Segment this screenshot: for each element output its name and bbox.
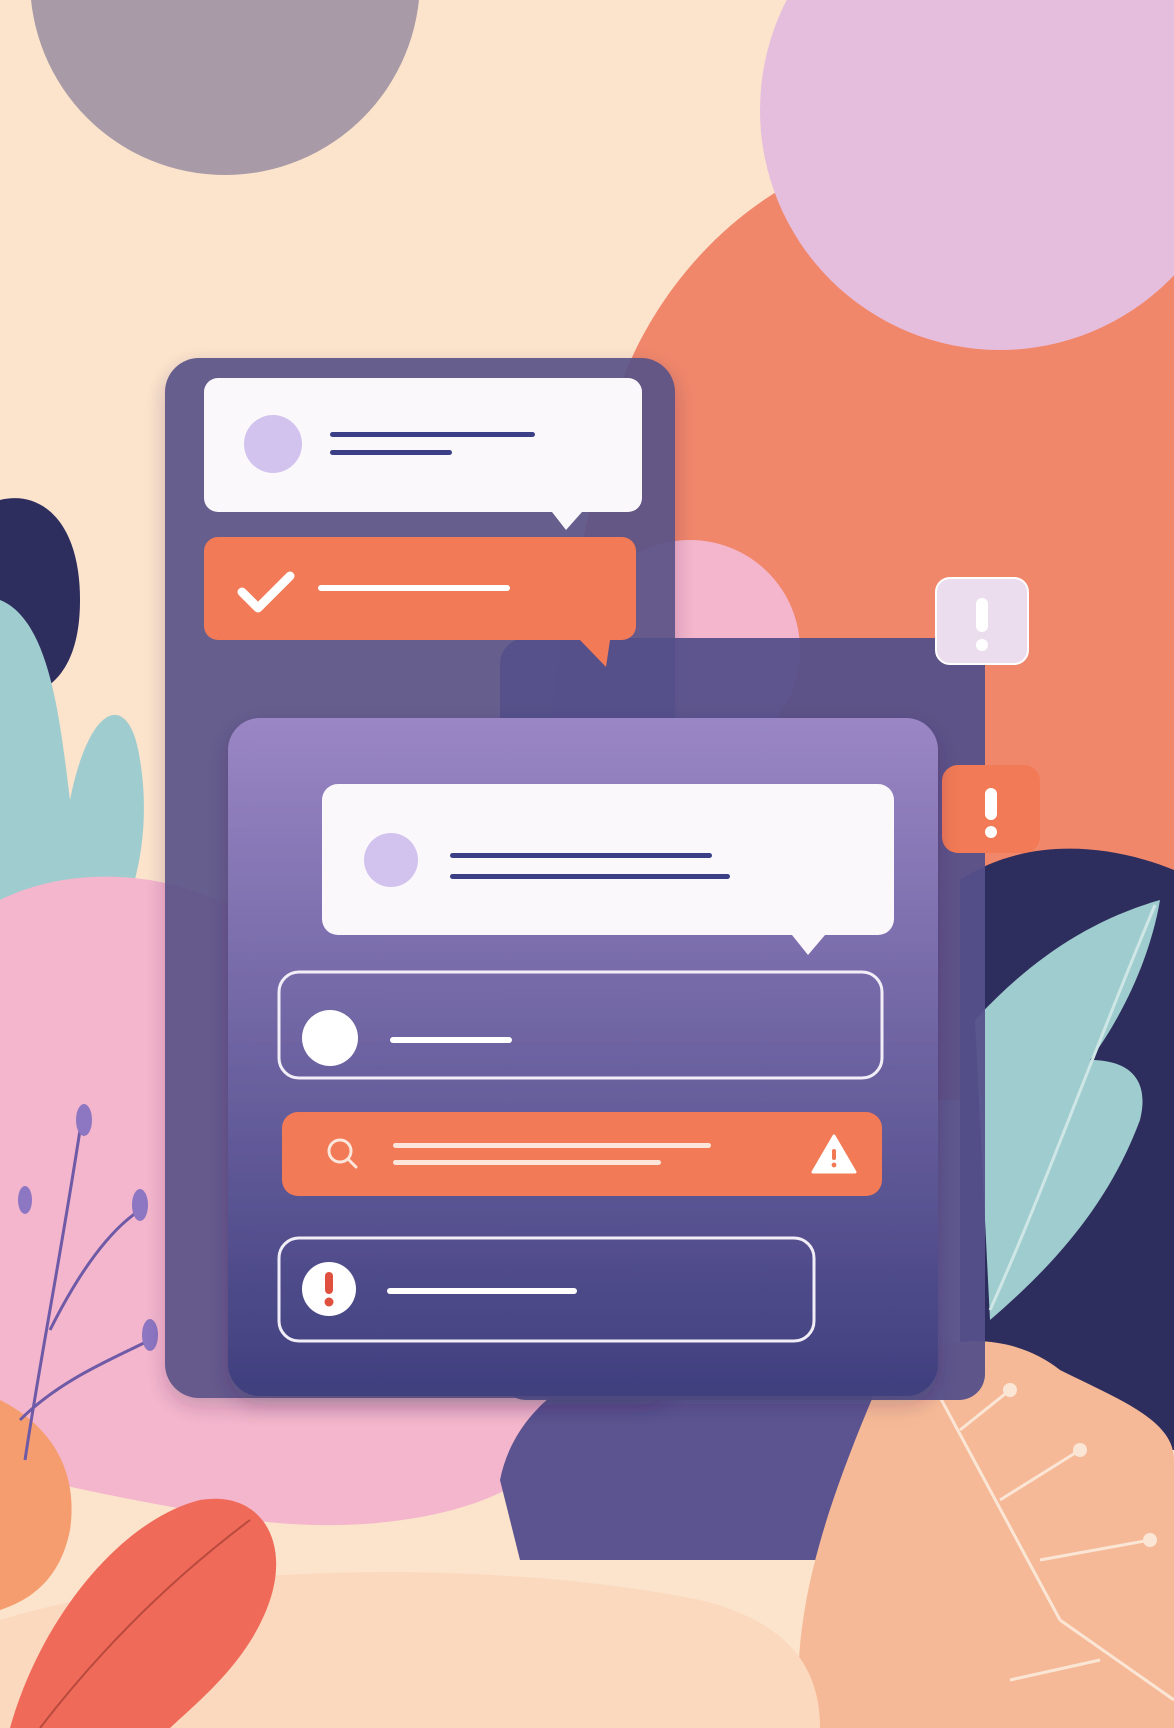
text-line bbox=[450, 853, 712, 858]
twig-bud-4 bbox=[18, 1186, 32, 1214]
message-card-top[interactable] bbox=[204, 378, 642, 530]
text-line bbox=[387, 1288, 577, 1294]
text-line bbox=[393, 1143, 711, 1148]
alert-orange[interactable] bbox=[942, 765, 1040, 853]
peach-leaf-dot-1 bbox=[1073, 1443, 1087, 1457]
text-line bbox=[330, 450, 452, 455]
text-line bbox=[393, 1160, 661, 1165]
search-bar[interactable] bbox=[282, 1112, 882, 1196]
text-line bbox=[330, 432, 535, 437]
avatar-icon bbox=[244, 415, 302, 473]
peach-leaf-dot-2 bbox=[1003, 1383, 1017, 1397]
message-card-inner[interactable] bbox=[322, 784, 894, 955]
exclamation-icon bbox=[985, 788, 997, 838]
twig-bud-2 bbox=[132, 1189, 148, 1221]
avatar-icon bbox=[302, 1010, 358, 1066]
exclamation-icon bbox=[324, 1272, 334, 1307]
peach-leaf-dot-3 bbox=[1143, 1533, 1157, 1547]
avatar-icon bbox=[364, 833, 418, 887]
text-line bbox=[390, 1037, 512, 1043]
text-line bbox=[450, 874, 730, 879]
exclamation-icon bbox=[976, 598, 988, 651]
twig-bud-1 bbox=[76, 1104, 92, 1136]
search-bar-bg bbox=[282, 1112, 882, 1196]
alert-lilac[interactable] bbox=[935, 577, 1029, 665]
twig-bud-3 bbox=[142, 1319, 158, 1351]
illustration-stage bbox=[0, 0, 1174, 1728]
illustration-scene bbox=[0, 0, 1174, 1728]
text-line bbox=[318, 585, 510, 591]
